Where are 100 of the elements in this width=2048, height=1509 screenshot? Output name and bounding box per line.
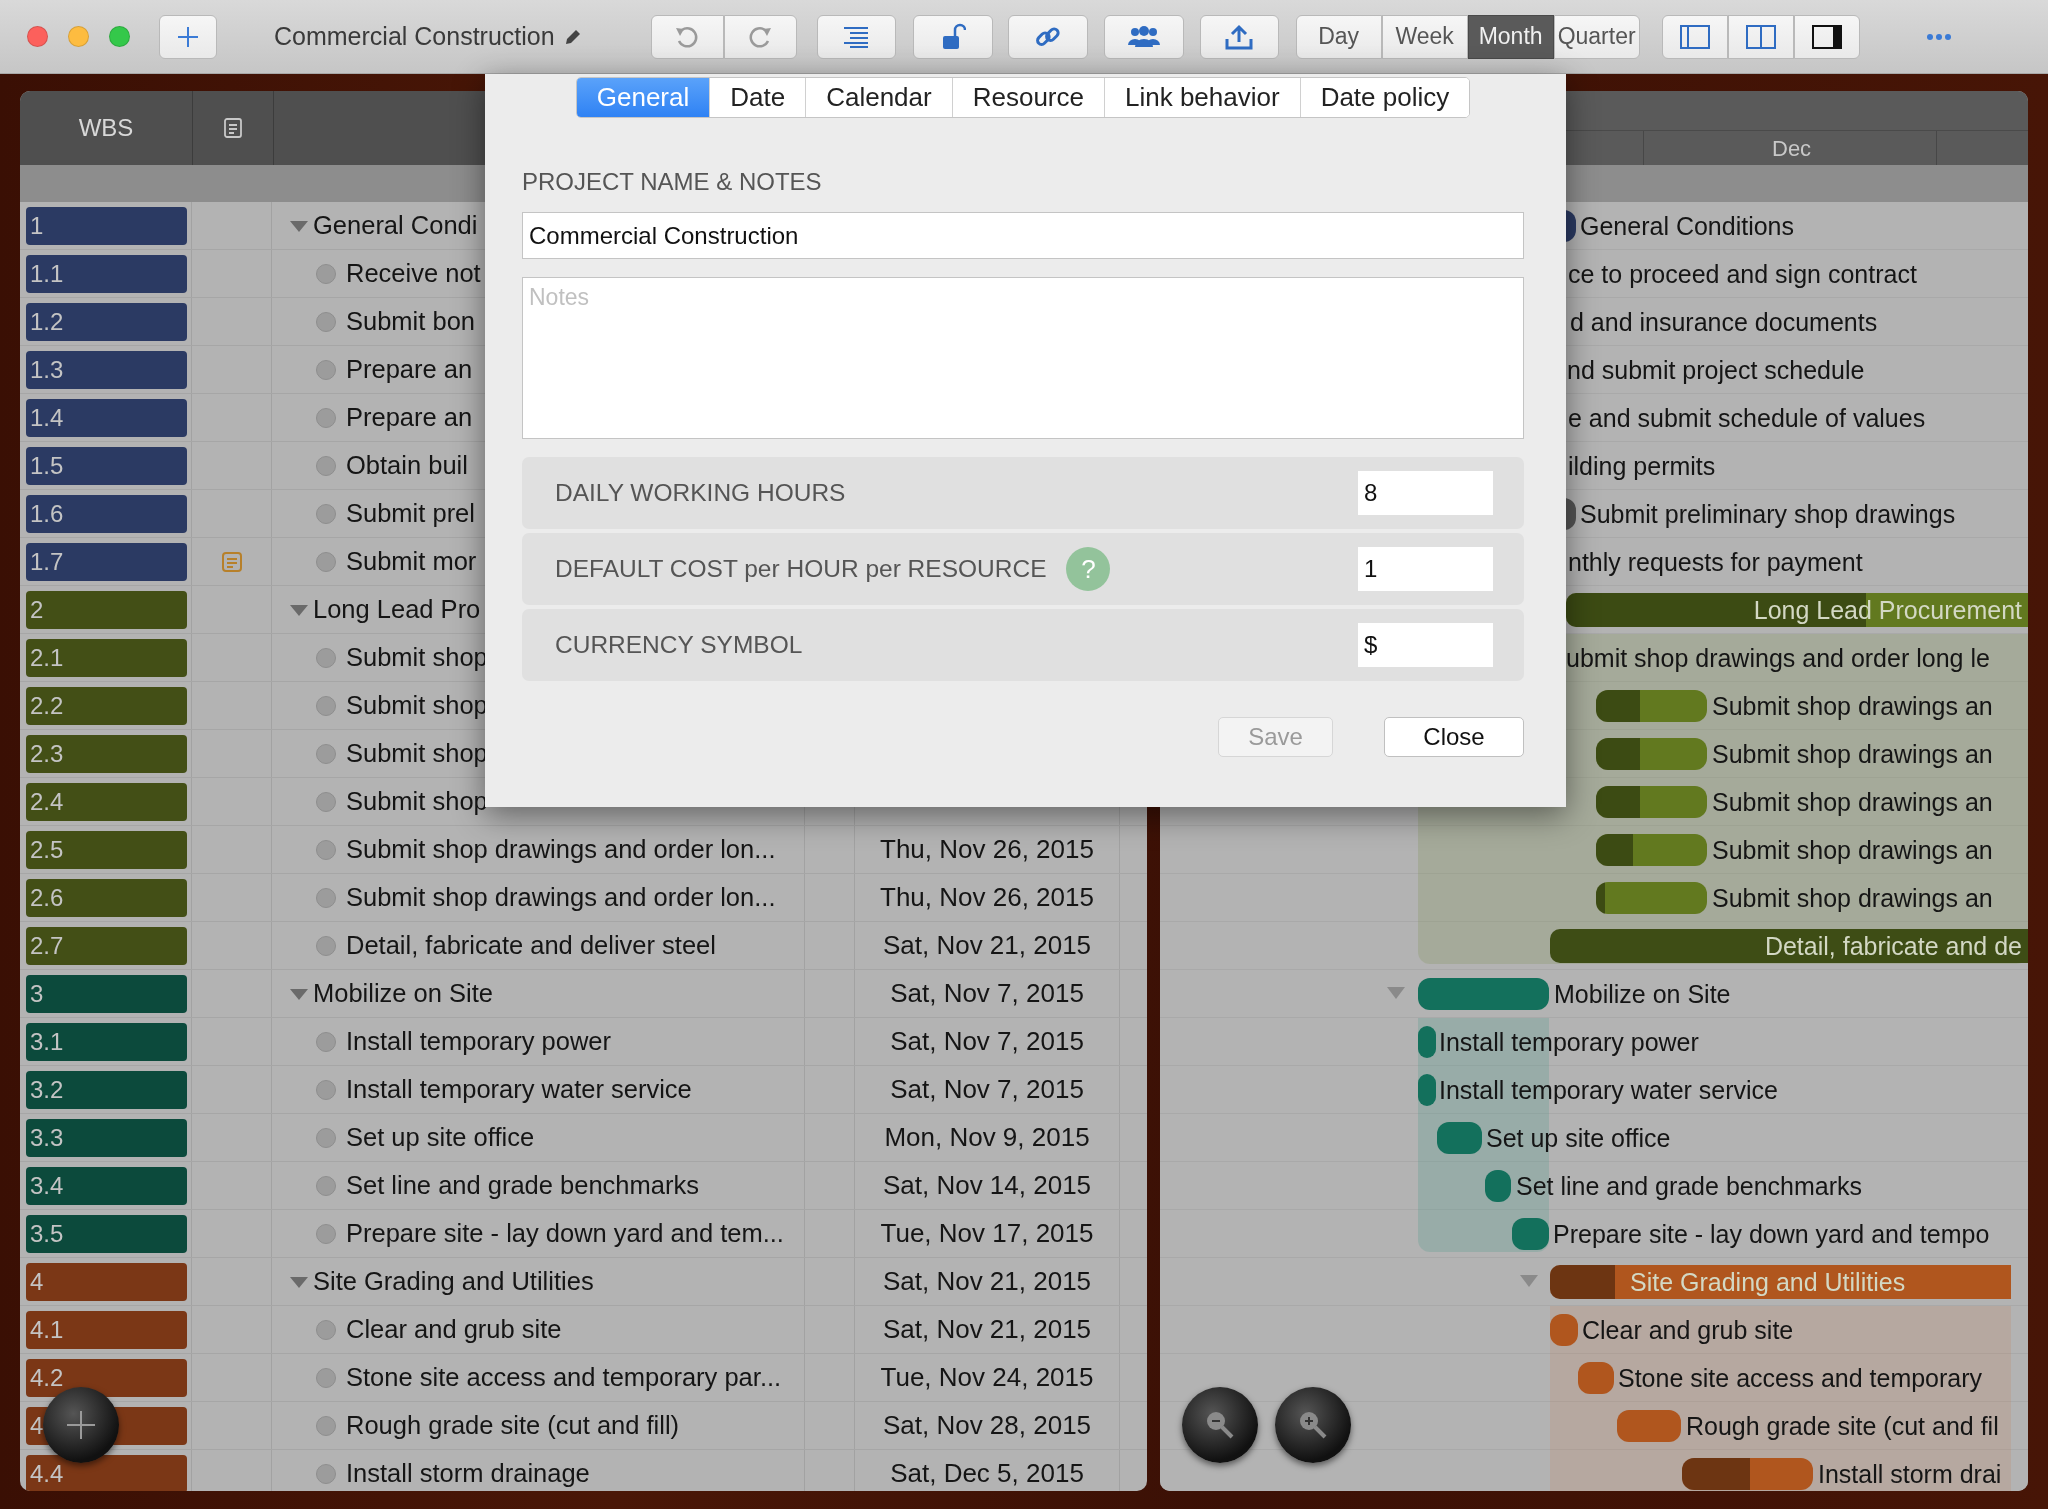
- upload-icon: [1224, 22, 1255, 51]
- plus-icon: [64, 1408, 98, 1442]
- status-dot: [316, 935, 336, 956]
- status-dot: [316, 1463, 336, 1484]
- wbs-tag: 1.4: [26, 398, 187, 437]
- task-name: Install storm drainage: [346, 1459, 590, 1488]
- split-pane-button[interactable]: [1727, 14, 1794, 59]
- task-bar[interactable]: [1485, 1170, 1511, 1202]
- people-button[interactable]: [1103, 14, 1184, 59]
- task-name: Detail, fabricate and deliver steel: [346, 931, 716, 960]
- task-name: Submit shop drawings and order lon...: [346, 883, 776, 912]
- collapse-icon[interactable]: [289, 602, 309, 617]
- wbs-tag: 3.1: [26, 1022, 187, 1061]
- task-bar[interactable]: [1437, 1122, 1482, 1154]
- bar-label: Detail, fabricate and de: [1764, 931, 2023, 961]
- scale-tab[interactable]: Month: [1467, 14, 1554, 59]
- note-icon[interactable]: [220, 550, 243, 573]
- indent-button[interactable]: [816, 14, 896, 59]
- minimize-window-button[interactable]: [68, 26, 89, 47]
- task-bar[interactable]: [1418, 978, 1549, 1010]
- status-dot: [316, 1175, 336, 1196]
- collapse-icon[interactable]: [1519, 1274, 1539, 1288]
- project-name-field[interactable]: Commercial Construction: [522, 212, 1524, 259]
- wbs-tag: 1.3: [26, 350, 187, 389]
- task-bar[interactable]: [1596, 690, 1707, 722]
- zoom-window-button[interactable]: [109, 26, 130, 47]
- close-button[interactable]: Close: [1384, 717, 1524, 757]
- status-dot: [316, 1127, 336, 1148]
- right-pane-button[interactable]: [1793, 14, 1860, 59]
- wbs-tag: 4.1: [26, 1310, 187, 1349]
- scale-tab[interactable]: Day: [1295, 14, 1382, 59]
- wbs-tag: 2.1: [26, 638, 187, 677]
- task-bar[interactable]: [1418, 1074, 1436, 1106]
- notes-field[interactable]: Notes: [522, 277, 1524, 439]
- share-button[interactable]: [1199, 14, 1279, 59]
- more-icon[interactable]: [1925, 32, 1952, 41]
- task-label: General Conditions: [1580, 211, 1794, 242]
- task-bar[interactable]: [1617, 1410, 1681, 1442]
- collapse-icon[interactable]: [289, 1274, 309, 1289]
- wbs-tag: 1.7: [26, 542, 187, 581]
- wbs-tag: 2.2: [26, 686, 187, 725]
- task-bar[interactable]: [1512, 1218, 1549, 1250]
- task-name: Set line and grade benchmarks: [346, 1171, 699, 1200]
- scale-tab[interactable]: Week: [1381, 14, 1468, 59]
- task-bar[interactable]: [1550, 1314, 1578, 1346]
- setting-field[interactable]: $: [1358, 623, 1493, 667]
- bar-label: Site Grading and Utilities: [1629, 1267, 1906, 1297]
- setting-field[interactable]: 1: [1358, 547, 1493, 591]
- date-cell: Sat, Nov 7, 2015: [890, 1026, 1084, 1057]
- task-bar[interactable]: [1418, 1026, 1436, 1058]
- task-name: Mobilize on Site: [313, 979, 493, 1008]
- collapse-icon[interactable]: [289, 986, 309, 1001]
- collapse-icon[interactable]: [1386, 986, 1406, 1000]
- split-view-icon: [1745, 24, 1776, 49]
- wbs-tag: 2.3: [26, 734, 187, 773]
- status-dot: [316, 1223, 336, 1244]
- task-bar[interactable]: [1596, 882, 1707, 914]
- scale-tab[interactable]: Quarter: [1553, 14, 1640, 59]
- task-label: ubmit shop drawings and order long le: [1566, 643, 1990, 674]
- task-bar[interactable]: [1596, 834, 1707, 866]
- window-title: Commercial Construction: [274, 22, 555, 51]
- wbs-tag: 2.7: [26, 926, 187, 965]
- notes-icon[interactable]: [223, 117, 243, 139]
- task-name: Submit shop: [346, 739, 488, 768]
- setting-label: DEFAULT COST per HOUR per RESOURCE: [555, 555, 1047, 583]
- setting-field[interactable]: 8: [1358, 471, 1493, 515]
- close-window-button[interactable]: [27, 26, 48, 47]
- summary-bar[interactable]: Detail, fabricate and de: [1550, 929, 2028, 963]
- task-name: Submit shop: [346, 691, 488, 720]
- task-bar[interactable]: [1682, 1458, 1813, 1490]
- task-name: General Condi: [313, 211, 478, 240]
- status-dot: [316, 839, 336, 860]
- zoom-out-button[interactable]: [1182, 1387, 1258, 1463]
- task-bar[interactable]: [1596, 738, 1707, 770]
- task-bar[interactable]: [1596, 786, 1707, 818]
- left-pane-button[interactable]: [1661, 14, 1728, 59]
- task-label: Stone site access and temporary: [1618, 1363, 1983, 1394]
- date-cell: Mon, Nov 9, 2015: [884, 1122, 1090, 1153]
- status-dot: [316, 407, 336, 428]
- redo-button[interactable]: [723, 14, 797, 59]
- link-button[interactable]: [1007, 14, 1088, 59]
- add-button[interactable]: [159, 14, 217, 59]
- date-cell: Sat, Dec 5, 2015: [890, 1458, 1084, 1489]
- date-cell: Sat, Nov 14, 2015: [882, 1170, 1092, 1201]
- summary-bar[interactable]: Site Grading and Utilities: [1550, 1265, 2011, 1299]
- undo-button[interactable]: [650, 14, 724, 59]
- status-dot: [316, 695, 336, 716]
- wbs-tag: 1.1: [26, 254, 187, 293]
- task-bar[interactable]: [1578, 1362, 1614, 1394]
- zoom-in-button[interactable]: [1275, 1387, 1351, 1463]
- summary-bar[interactable]: Long Lead Procurement: [1566, 593, 2028, 627]
- task-label: nthly requests for payment: [1568, 547, 1863, 578]
- status-dot: [316, 1319, 336, 1340]
- collapse-icon[interactable]: [289, 218, 309, 233]
- status-dot: [316, 1415, 336, 1436]
- task-name: Install temporary water service: [346, 1075, 692, 1104]
- lock-button[interactable]: [912, 14, 993, 59]
- wbs-tag: 1.5: [26, 446, 187, 485]
- task-label: Submit shop drawings an: [1712, 883, 1993, 914]
- date-cell: Sat, Nov 28, 2015: [882, 1410, 1092, 1441]
